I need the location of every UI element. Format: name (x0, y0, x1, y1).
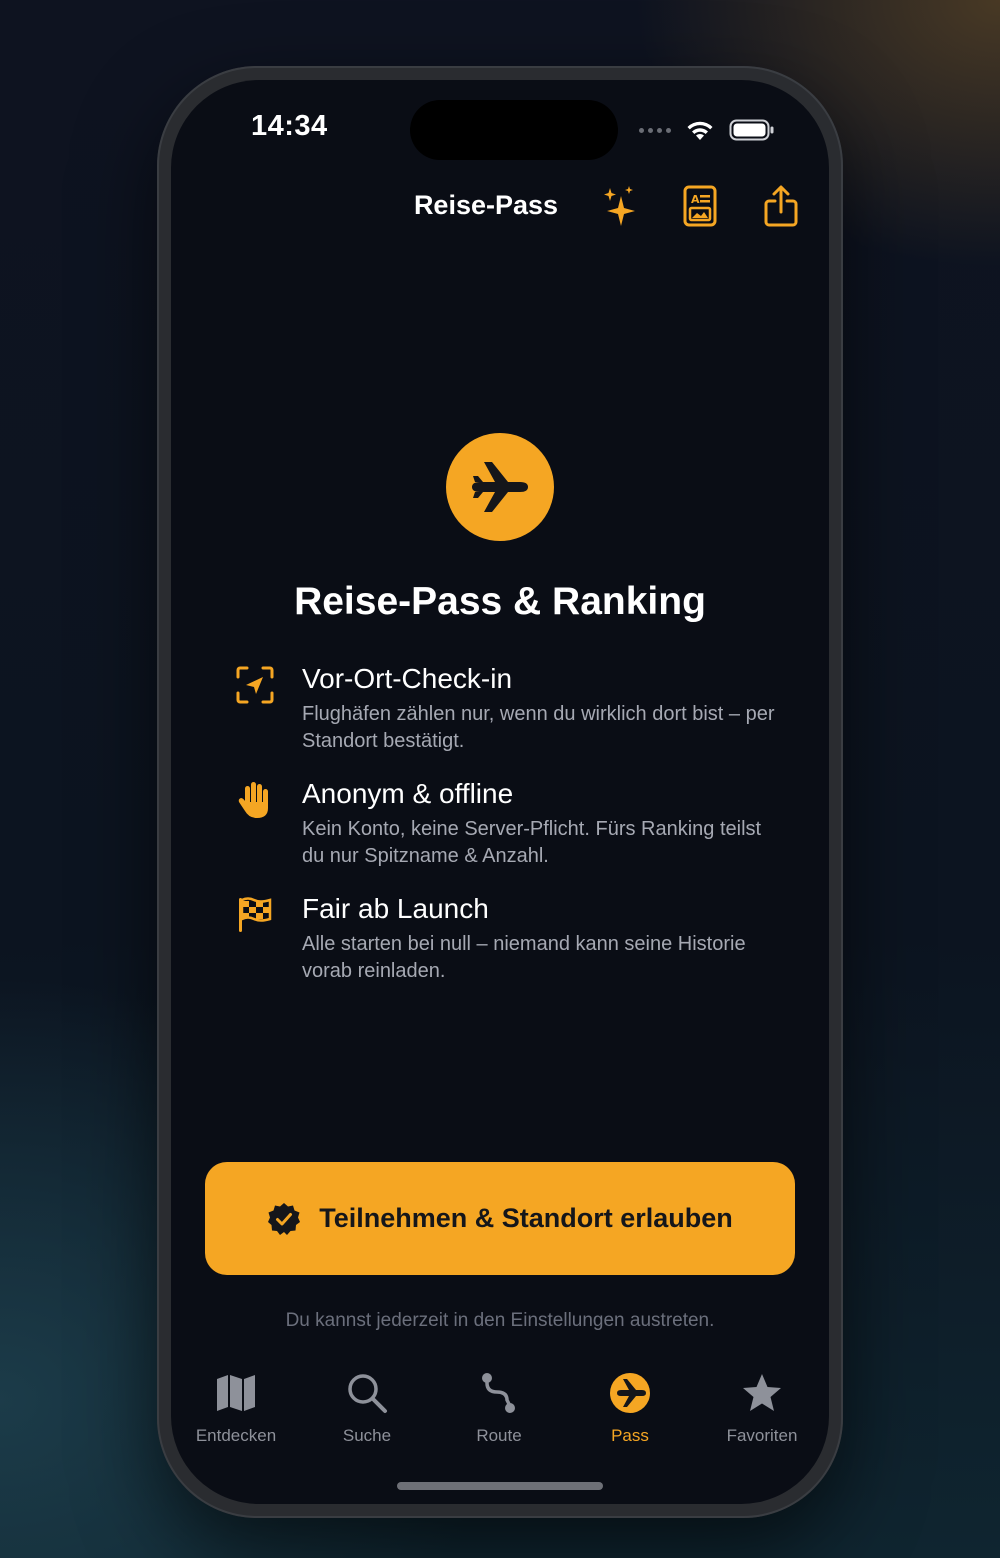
map-icon (217, 1375, 255, 1411)
home-indicator[interactable] (397, 1482, 603, 1490)
star-icon (743, 1374, 781, 1411)
tab-entdecken[interactable]: Entdecken (176, 1370, 296, 1446)
airplane-circle-icon (610, 1373, 650, 1413)
wifi-icon (687, 121, 713, 140)
checkered-flag-icon (235, 895, 275, 935)
tab-label: Route (476, 1426, 522, 1445)
feature-description: Kein Konto, keine Server-Pflicht. Fürs R… (302, 818, 762, 867)
feature-title: Anonym & offline (302, 778, 514, 809)
tab-label: Pass (611, 1426, 649, 1445)
tab-route[interactable]: Route (439, 1370, 559, 1446)
phone-frame: 14:34 Reise-Pass A Reise-Pass & Ranking … (157, 66, 843, 1518)
join-allow-location-button[interactable]: Teilnehmen & Standort erlauben (205, 1162, 795, 1275)
feature-description: Alle starten bei null – niemand kann sei… (302, 933, 746, 982)
route-icon (482, 1373, 515, 1413)
location-viewfinder-icon (235, 665, 275, 705)
tab-label: Suche (342, 1426, 392, 1445)
sparkles-icon[interactable] (597, 184, 641, 228)
footnote: Du kannst jederzeit in den Einstellungen… (285, 1310, 715, 1331)
nav-title: Reise-Pass (413, 190, 559, 220)
raised-hand-icon (235, 780, 275, 820)
id-card-icon[interactable]: A (678, 184, 722, 228)
airplane-icon (446, 433, 554, 541)
app-screen: 14:34 Reise-Pass A Reise-Pass & Ranking … (171, 80, 829, 1504)
tab-bar: Entdecken Suche Route Pass Favoriten (171, 1370, 829, 1460)
tab-favoriten[interactable]: Favoriten (702, 1370, 822, 1446)
feature-title: Fair ab Launch (302, 893, 489, 924)
cta-label: Teilnehmen & Standort erlauben (319, 1203, 733, 1233)
feature-title: Vor-Ort-Check-in (302, 663, 513, 694)
dynamic-island (410, 100, 618, 160)
feature-description: Flughäfen zählen nur, wenn du wirklich d… (302, 703, 775, 752)
tab-pass[interactable]: Pass (570, 1370, 690, 1446)
tab-label: Entdecken (195, 1426, 277, 1445)
status-indicators (639, 116, 775, 144)
status-time: 14:34 (251, 110, 328, 142)
svg-text:A: A (691, 193, 700, 206)
hero-title: Reise-Pass & Ranking (294, 580, 706, 623)
checkmark-seal-icon (268, 1202, 301, 1235)
tab-suche[interactable]: Suche (307, 1370, 427, 1446)
search-icon (348, 1374, 387, 1413)
tab-label: Favoriten (726, 1426, 798, 1445)
battery-icon (729, 119, 774, 141)
share-icon[interactable] (759, 184, 803, 228)
cellular-signal-icon (639, 127, 671, 133)
